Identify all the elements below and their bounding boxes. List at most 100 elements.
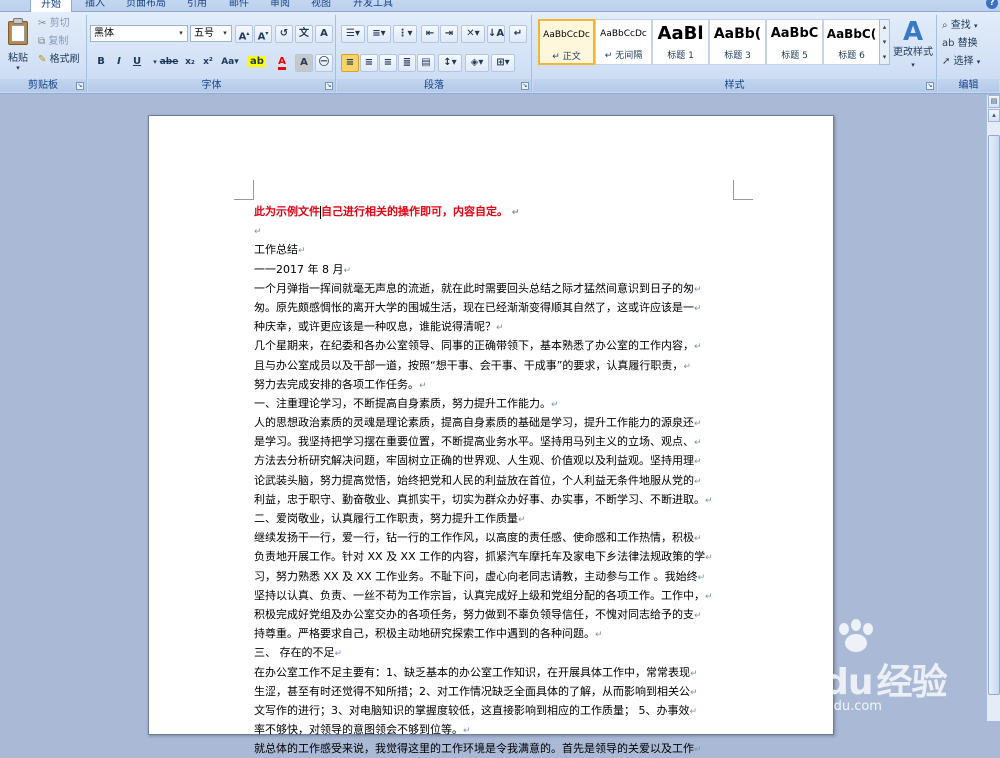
chevron-down-icon[interactable]: ▾ — [220, 26, 230, 41]
document-line[interactable]: ↵ — [254, 221, 734, 240]
document-line[interactable]: 努力去完成安排的各项工作任务。↵ — [254, 375, 734, 394]
vertical-scrollbar[interactable]: ▤ ▴ — [986, 95, 1000, 721]
multilevel-list-icon[interactable]: ⋮▾ — [393, 25, 417, 43]
align-center-icon[interactable]: ≡ — [360, 54, 378, 72]
tab-developer[interactable]: 开发工具 — [351, 0, 395, 12]
paste-dropdown-icon[interactable]: ▾ — [4, 64, 32, 72]
line-spacing-icon[interactable]: ↕▾ — [438, 54, 462, 72]
font-color-button[interactable]: A — [271, 54, 293, 72]
copy-button[interactable]: ⧉ 复制 — [38, 33, 68, 51]
paragraph-dialog-launcher-icon[interactable]: ↘ — [521, 82, 529, 90]
change-styles-button[interactable]: A 更改样式 ▾ — [891, 17, 935, 73]
document-line[interactable]: 是学习。我坚持把学习摆在重要位置，不断提高业务水平。坚持用马列主义的立场、观点、… — [254, 432, 734, 451]
tab-insert[interactable]: 插入 — [83, 0, 107, 12]
tab-review[interactable]: 审阅 — [268, 0, 292, 12]
document-line[interactable]: 论武装头脑，努力提高觉悟，始终把党和人民的利益放在首位，个人利益无条件地服从党的… — [254, 471, 734, 490]
align-right-icon[interactable]: ≡ — [379, 54, 397, 72]
style-no-spacing[interactable]: AaBbCcDc ↵ 无间隔 — [595, 19, 652, 65]
font-size-combo[interactable]: 五号 ▾ — [190, 25, 232, 42]
document-line[interactable]: 人的思想政治素质的灵魂是理论素质，提高自身素质的基础是学习，提升工作能力的源泉还… — [254, 413, 734, 432]
clipboard-dialog-launcher-icon[interactable]: ↘ — [76, 82, 84, 90]
strikethrough-button[interactable]: abe — [158, 54, 180, 72]
italic-button[interactable]: I — [110, 54, 128, 72]
show-paragraph-marks-icon[interactable]: ↵ — [509, 25, 527, 43]
style-heading-5[interactable]: AaBbC 标题 5 — [766, 19, 823, 65]
justify-icon[interactable]: ≣ — [398, 54, 416, 72]
borders-icon[interactable]: ⊞▾ — [491, 54, 515, 72]
style-heading-6[interactable]: AaBbC( 标题 6 — [823, 19, 880, 65]
align-left-icon[interactable]: ≡ — [341, 54, 359, 72]
document-line[interactable]: 就总体的工作感受来说，我觉得这里的工作环境是令我满意的。首先是领导的关爱以及工作… — [254, 739, 734, 758]
document-line[interactable]: 二、爱岗敬业，认真履行工作职责，努力提升工作质量↵ — [254, 509, 734, 528]
scrollbar-thumb[interactable] — [988, 135, 1000, 695]
style-heading-1[interactable]: AaBl 标题 1 — [652, 19, 709, 65]
character-border-icon[interactable]: A — [315, 25, 333, 43]
document-line[interactable]: 利益，忠于职守、勤奋敬业、真抓实干，切实为群众办好事、办实事，不断学习、不断进取… — [254, 490, 734, 509]
document-line[interactable]: 在办公室工作不足主要有：1、缺乏基本的办公室工作知识，在开展具体工作中，常常表现… — [254, 663, 734, 682]
grow-font-button[interactable]: A▴ — [235, 25, 253, 43]
document-line[interactable]: 生涩，甚至有时还觉得不知所措；2、对工作情况缺乏全面具体的了解，从而影响到相关公… — [254, 682, 734, 701]
document-line[interactable]: 持尊重。严格要求自己，积极主动地研究探索工作中遇到的各种问题。↵ — [254, 624, 734, 643]
bullets-icon[interactable]: ☰▾ — [341, 25, 365, 43]
document-line[interactable]: 种庆幸，或许更应该是一种叹息，谁能说得清呢？↵ — [254, 317, 734, 336]
clear-formatting-icon[interactable]: ↺ — [275, 25, 293, 43]
paste-button[interactable]: 粘贴 ▾ — [4, 17, 32, 75]
tab-home[interactable]: 开始 — [30, 0, 72, 12]
document-line[interactable]: 三、 存在的不足↵ — [254, 643, 734, 662]
find-button[interactable]: ⌕ 查找 ▾ — [942, 17, 978, 35]
distributed-icon[interactable]: ▤ — [417, 54, 435, 72]
document-line[interactable]: 积极完成好党组及办公室交办的各项任务，努力做到不辜负领导信任，不愧对同志给予的支… — [254, 605, 734, 624]
gallery-up-icon[interactable]: ▴ — [880, 20, 889, 35]
document-line[interactable]: 方法去分析研究解决问题，牢固树立正确的世界观、人生观、价值观以及利益观。坚持用理… — [254, 451, 734, 470]
document-line[interactable]: 匆。原先颇感惆怅的离开大学的围城生活，现在已经渐渐变得顺其自然了，这或许应该是一… — [254, 298, 734, 317]
format-painter-button[interactable]: ✎ 格式刷 — [38, 51, 80, 69]
document-line[interactable]: 一、注重理论学习，不断提高自身素质，努力提升工作能力。↵ — [254, 394, 734, 413]
select-button[interactable]: ➚ 选择 ▾ — [942, 53, 980, 71]
style-heading-3[interactable]: AaBb( 标题 3 — [709, 19, 766, 65]
subscript-button[interactable]: x₂ — [181, 54, 199, 72]
shrink-font-button[interactable]: A▾ — [254, 25, 272, 43]
sort-icon[interactable]: ↓A — [487, 25, 505, 43]
underline-button[interactable]: U — [128, 54, 146, 72]
superscript-button[interactable]: x² — [199, 54, 217, 72]
replace-button[interactable]: ab 替换 — [942, 35, 978, 53]
tab-references[interactable]: 引用 — [185, 0, 209, 12]
document-line[interactable]: 负责地开展工作。针对 XX 及 XX 工作的内容，抓紧汽车摩托车及家电下乡法律法… — [254, 547, 734, 566]
character-shading-icon[interactable]: A — [295, 54, 313, 72]
help-icon[interactable]: ? — [986, 0, 998, 9]
document-line[interactable]: 几个星期来，在纪委和各办公室领导、同事的正确带领下，基本熟悉了办公室的工作内容，… — [254, 336, 734, 355]
document-line[interactable]: 率不够快，对领导的意图领会不够到位等。↵ — [254, 720, 734, 739]
cut-button[interactable]: ✂ 剪切 — [38, 15, 70, 33]
enclosed-characters-icon[interactable]: ㊀ — [315, 54, 333, 72]
document-line[interactable]: 文写作的进行；3、对电脑知识的掌握度较低，这直接影响到相应的工作质量； 5、办事… — [254, 701, 734, 720]
chinese-layout-icon[interactable]: ✕▾ — [461, 25, 485, 43]
document-line[interactable]: 一个月弹指一挥间就毫无声息的流逝，就在此时需要回头总结之际才猛然间意识到日子的匆… — [254, 279, 734, 298]
document-line[interactable]: 且与办公室成员以及干部一道，按照“想干事、会干事、干成事”的要求，认真履行职责，… — [254, 356, 734, 375]
ruler-toggle-icon[interactable]: ▤ — [988, 95, 1000, 108]
style-normal[interactable]: AaBbCcDc ↵ 正文 — [538, 19, 595, 65]
document-line[interactable]: 工作总结↵ — [254, 240, 734, 259]
document-body[interactable]: 此为示例文件自己进行相关的操作即可，内容自定。 ↵ ↵ 工作总结↵ 一一2017 年… — [254, 202, 734, 758]
tab-page-layout[interactable]: 页面布局 — [124, 0, 168, 12]
styles-dialog-launcher-icon[interactable]: ↘ — [926, 82, 934, 90]
document-line[interactable]: 坚持以认真、负责、一丝不苟为工作宗旨，认真完成好上级和党组分配的各项工作。工作中… — [254, 586, 734, 605]
document-line[interactable]: 一一2017 年 8 月↵ — [254, 260, 734, 279]
change-case-button[interactable]: Aa▾ — [218, 54, 242, 72]
styles-gallery-scroll[interactable]: ▴ ▾ ▾ — [879, 19, 890, 65]
increase-indent-icon[interactable]: ⇥ — [440, 25, 458, 43]
text-highlight-color-button[interactable]: ab — [245, 54, 269, 72]
font-dialog-launcher-icon[interactable]: ↘ — [325, 82, 333, 90]
gallery-more-icon[interactable]: ▾ — [880, 50, 889, 65]
chevron-down-icon[interactable]: ▾ — [176, 26, 186, 41]
gallery-down-icon[interactable]: ▾ — [880, 35, 889, 50]
red-notice-line[interactable]: 此为示例文件自己进行相关的操作即可，内容自定。 ↵ — [254, 202, 734, 221]
scroll-up-icon[interactable]: ▴ — [988, 109, 1000, 122]
numbering-icon[interactable]: ≡▾ — [367, 25, 391, 43]
tab-mailings[interactable]: 邮件 — [227, 0, 251, 12]
document-line[interactable]: 继续发扬干一行，爱一行，钻一行的工作作风，以高度的责任感、使命感和工作热情，积极… — [254, 528, 734, 547]
font-name-combo[interactable]: 黑体 ▾ — [90, 25, 188, 42]
decrease-indent-icon[interactable]: ⇤ — [421, 25, 439, 43]
document-page[interactable]: 此为示例文件自己进行相关的操作即可，内容自定。 ↵ ↵ 工作总结↵ 一一2017 年… — [148, 115, 834, 755]
phonetic-guide-icon[interactable]: 文 — [295, 25, 313, 43]
tab-view[interactable]: 视图 — [309, 0, 333, 12]
